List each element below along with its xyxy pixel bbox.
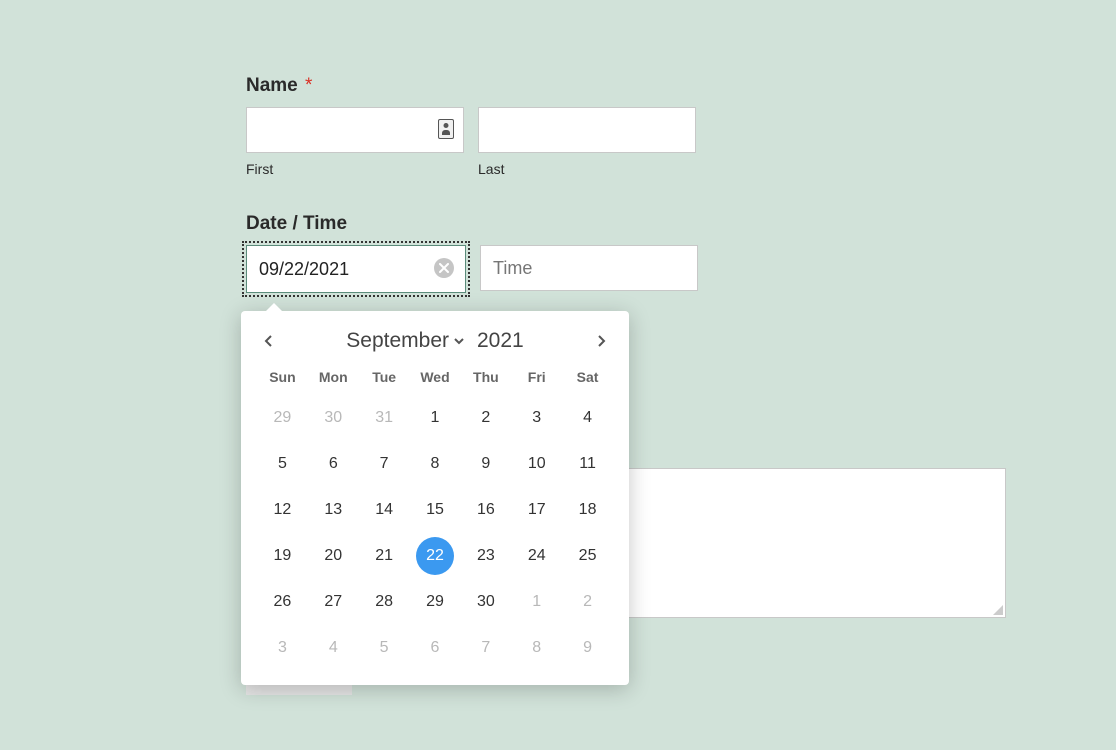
calendar-day[interactable]: 19 (257, 533, 308, 579)
time-input[interactable] (480, 245, 698, 291)
chevron-right-icon (594, 334, 608, 348)
chevron-left-icon (262, 334, 276, 348)
calendar-day[interactable]: 11 (562, 441, 613, 487)
calendar-day[interactable]: 1 (511, 579, 562, 625)
date-input[interactable] (246, 245, 466, 293)
first-name-input[interactable] (246, 107, 464, 153)
calendar-day[interactable]: 2 (460, 395, 511, 441)
date-picker-popup: September 2021 SunMonTueWedThuFriSat 293… (241, 311, 629, 685)
first-name-wrap (246, 107, 464, 153)
datetime-section: Date / Time (246, 213, 1006, 293)
dow-cell: Tue (359, 363, 410, 395)
form-container: Name * First Last Date / Time (246, 75, 1006, 293)
calendar-day[interactable]: 4 (562, 395, 613, 441)
first-name-col: First (246, 107, 464, 177)
calendar-day[interactable]: 29 (257, 395, 308, 441)
calendar-day[interactable]: 9 (460, 441, 511, 487)
calendar-day[interactable]: 6 (410, 625, 461, 671)
calendar-day[interactable]: 1 (410, 395, 461, 441)
calendar-day[interactable]: 3 (511, 395, 562, 441)
name-row: First Last (246, 107, 1006, 177)
calendar-day[interactable]: 13 (308, 487, 359, 533)
datetime-label: Date / Time (246, 213, 1006, 235)
calendar-day[interactable]: 12 (257, 487, 308, 533)
picker-arrow-icon (265, 303, 283, 312)
calendar-day[interactable]: 15 (410, 487, 461, 533)
year-text[interactable]: 2021 (477, 329, 524, 353)
calendar-day[interactable]: 26 (257, 579, 308, 625)
next-month-button[interactable] (589, 329, 613, 353)
calendar-day[interactable]: 6 (308, 441, 359, 487)
calendar-day[interactable]: 2 (562, 579, 613, 625)
prev-month-button[interactable] (257, 329, 281, 353)
calendar-day[interactable]: 8 (410, 441, 461, 487)
day-of-week-row: SunMonTueWedThuFriSat (257, 363, 613, 395)
calendar-day[interactable]: 30 (460, 579, 511, 625)
calendar-day[interactable]: 25 (562, 533, 613, 579)
picker-header: September 2021 (257, 323, 613, 363)
dow-cell: Sun (257, 363, 308, 395)
dow-cell: Wed (410, 363, 461, 395)
calendar-day[interactable]: 4 (308, 625, 359, 671)
calendar-day[interactable]: 9 (562, 625, 613, 671)
clear-date-icon[interactable] (434, 258, 454, 278)
calendar-day[interactable]: 30 (308, 395, 359, 441)
calendar-day[interactable]: 3 (257, 625, 308, 671)
name-label-text: Name (246, 75, 298, 96)
calendar-day[interactable]: 21 (359, 533, 410, 579)
resize-handle-icon[interactable] (993, 605, 1003, 615)
calendar-day[interactable]: 7 (460, 625, 511, 671)
calendar-day[interactable]: 10 (511, 441, 562, 487)
calendar-day[interactable]: 5 (359, 625, 410, 671)
calendar-day[interactable]: 14 (359, 487, 410, 533)
calendar-days-grid: 2930311234567891011121314151617181920212… (257, 395, 613, 671)
calendar-day[interactable]: 20 (308, 533, 359, 579)
month-text: September (346, 329, 449, 353)
calendar-day[interactable]: 16 (460, 487, 511, 533)
calendar-day[interactable]: 8 (511, 625, 562, 671)
last-name-col: Last (478, 107, 696, 177)
dow-cell: Sat (562, 363, 613, 395)
dow-cell: Thu (460, 363, 511, 395)
dow-cell: Fri (511, 363, 562, 395)
required-asterisk: * (305, 75, 312, 96)
calendar-day[interactable]: 28 (359, 579, 410, 625)
calendar-day[interactable]: 18 (562, 487, 613, 533)
calendar-day[interactable]: 17 (511, 487, 562, 533)
calendar-day[interactable]: 23 (460, 533, 511, 579)
first-sublabel: First (246, 161, 464, 177)
calendar-day-selected[interactable]: 22 (416, 537, 454, 575)
month-year-display: September 2021 (346, 329, 523, 353)
dow-cell: Mon (308, 363, 359, 395)
calendar-day[interactable]: 24 (511, 533, 562, 579)
date-input-wrap (246, 245, 466, 293)
month-select[interactable]: September (346, 329, 465, 353)
contact-card-icon[interactable] (438, 119, 454, 139)
calendar-day[interactable]: 7 (359, 441, 410, 487)
last-sublabel: Last (478, 161, 696, 177)
datetime-row (246, 245, 1006, 293)
chevron-down-icon (453, 335, 465, 347)
calendar-day[interactable]: 31 (359, 395, 410, 441)
calendar-day[interactable]: 5 (257, 441, 308, 487)
last-name-input[interactable] (478, 107, 696, 153)
calendar-day[interactable]: 29 (410, 579, 461, 625)
name-label: Name * (246, 75, 1006, 97)
calendar-day[interactable]: 27 (308, 579, 359, 625)
